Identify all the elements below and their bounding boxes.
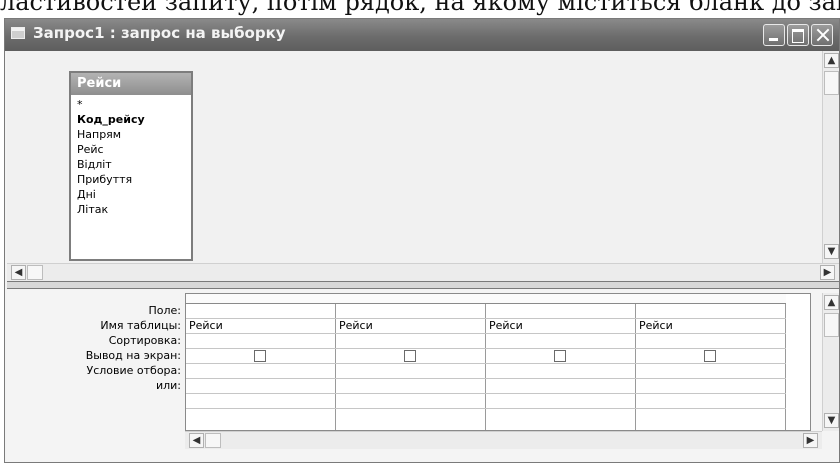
grid-cell-field[interactable] xyxy=(336,304,486,319)
show-checkbox[interactable] xyxy=(704,350,716,362)
row-label-field: Поле: xyxy=(148,304,181,317)
window-title: Запрос1 : запрос на выборку xyxy=(33,24,286,42)
row-label-show: Вывод на экран: xyxy=(85,349,181,362)
grid-cell-table[interactable]: Рейси xyxy=(336,319,486,334)
column-selector[interactable] xyxy=(636,294,786,304)
grid-cell-show[interactable] xyxy=(636,349,786,364)
field-item[interactable]: Дні xyxy=(77,187,145,202)
grid-cell-extra[interactable] xyxy=(636,394,786,409)
grid-column[interactable] xyxy=(786,294,810,430)
design-grid-pane: Поле: Имя таблицы: Сортировка: Вывод на … xyxy=(7,289,839,462)
field-list-items: * Код_рейсу Напрям Рейс Відліт Прибуття Дні Літ… xyxy=(77,97,145,217)
grid-cell-criteria[interactable] xyxy=(336,364,486,379)
grid-cell-or[interactable] xyxy=(336,379,486,394)
query-design-grid[interactable]: Рейси Рейси Рейси Рейси xyxy=(185,293,811,431)
query-window: Запрос1 : запрос на выборку Рейси * Код_р… xyxy=(4,18,840,463)
scroll-right-icon[interactable]: ▶ xyxy=(820,265,835,280)
row-label-criteria: Условие отбора: xyxy=(86,364,182,377)
grid-cell-sort[interactable] xyxy=(486,334,636,349)
query-window-icon xyxy=(11,27,25,39)
scroll-thumb[interactable] xyxy=(205,433,221,448)
grid-cell-criteria[interactable] xyxy=(186,364,336,379)
field-item[interactable]: Відліт xyxy=(77,157,145,172)
grid-cell-extra[interactable] xyxy=(336,394,486,409)
table-pane[interactable]: Рейси * Код_рейсу Напрям Рейс Відліт Прибуття… xyxy=(7,51,839,281)
grid-cell-or[interactable] xyxy=(486,379,636,394)
grid-cell-or[interactable] xyxy=(186,379,336,394)
grid-cell-show[interactable] xyxy=(186,349,336,364)
field-item[interactable]: Код_рейсу xyxy=(77,112,145,127)
table-field-list[interactable]: Рейси * Код_рейсу Напрям Рейс Відліт Прибуття… xyxy=(69,71,193,261)
grid-cell-sort[interactable] xyxy=(336,334,486,349)
scroll-left-icon[interactable]: ◀ xyxy=(11,265,26,280)
column-selector[interactable] xyxy=(486,294,636,304)
grid-cell-or[interactable] xyxy=(636,379,786,394)
row-label-table: Имя таблицы: xyxy=(100,319,181,332)
minimize-button[interactable] xyxy=(763,24,785,46)
scroll-thumb[interactable] xyxy=(824,313,839,337)
show-checkbox[interactable] xyxy=(554,350,566,362)
field-item[interactable]: Рейс xyxy=(77,142,145,157)
scroll-right-icon[interactable]: ▶ xyxy=(803,433,818,448)
grid-column[interactable]: Рейси xyxy=(186,294,336,430)
field-item[interactable]: * xyxy=(77,97,145,112)
scroll-thumb[interactable] xyxy=(824,71,839,95)
scroll-left-icon[interactable]: ◀ xyxy=(189,433,204,448)
scroll-down-icon[interactable]: ▼ xyxy=(824,413,839,428)
grid-cell-table[interactable]: Рейси xyxy=(486,319,636,334)
scroll-up-icon[interactable]: ▲ xyxy=(824,53,839,68)
pane-splitter[interactable] xyxy=(7,281,839,289)
grid-cell-show[interactable] xyxy=(336,349,486,364)
grid-column[interactable]: Рейси xyxy=(336,294,486,430)
lower-vertical-scrollbar[interactable]: ▲ ▼ xyxy=(822,293,839,431)
field-list-title[interactable]: Рейси xyxy=(71,73,191,95)
column-selector[interactable] xyxy=(336,294,486,304)
scroll-thumb[interactable] xyxy=(27,265,43,280)
grid-row-labels: Поле: Имя таблицы: Сортировка: Вывод на … xyxy=(7,303,181,393)
upper-vertical-scrollbar[interactable]: ▲ ▼ xyxy=(822,51,839,263)
grid-cell-criteria[interactable] xyxy=(636,364,786,379)
maximize-button[interactable] xyxy=(787,24,809,46)
show-checkbox[interactable] xyxy=(404,350,416,362)
grid-cell-field[interactable] xyxy=(636,304,786,319)
field-item[interactable]: Літак xyxy=(77,202,145,217)
scroll-up-icon[interactable]: ▲ xyxy=(824,295,839,310)
grid-cell-sort[interactable] xyxy=(186,334,336,349)
grid-column[interactable]: Рейси xyxy=(636,294,786,430)
row-label-sort: Сортировка: xyxy=(108,334,181,347)
scroll-down-icon[interactable]: ▼ xyxy=(824,244,839,259)
column-selector[interactable] xyxy=(186,294,336,304)
grid-cell-sort[interactable] xyxy=(636,334,786,349)
grid-cell-field[interactable] xyxy=(486,304,636,319)
upper-horizontal-scrollbar[interactable]: ◀ ▶ xyxy=(7,263,839,281)
lower-horizontal-scrollbar[interactable]: ◀ ▶ xyxy=(185,431,822,449)
close-button[interactable] xyxy=(811,24,833,46)
grid-column[interactable]: Рейси xyxy=(486,294,636,430)
background-document-text: ластивостей запиту, потім рядок, на яком… xyxy=(0,0,840,16)
field-item[interactable]: Прибуття xyxy=(77,172,145,187)
grid-cell-extra[interactable] xyxy=(186,394,336,409)
grid-cell-show[interactable] xyxy=(486,349,636,364)
title-bar[interactable]: Запрос1 : запрос на выборку xyxy=(5,19,839,51)
grid-cell-extra[interactable] xyxy=(486,394,636,409)
grid-cell-field[interactable] xyxy=(186,304,336,319)
grid-cell-table[interactable]: Рейси xyxy=(186,319,336,334)
row-label-or: или: xyxy=(155,379,181,392)
field-item[interactable]: Напрям xyxy=(77,127,145,142)
grid-cell-criteria[interactable] xyxy=(486,364,636,379)
show-checkbox[interactable] xyxy=(254,350,266,362)
grid-cell-table[interactable]: Рейси xyxy=(636,319,786,334)
